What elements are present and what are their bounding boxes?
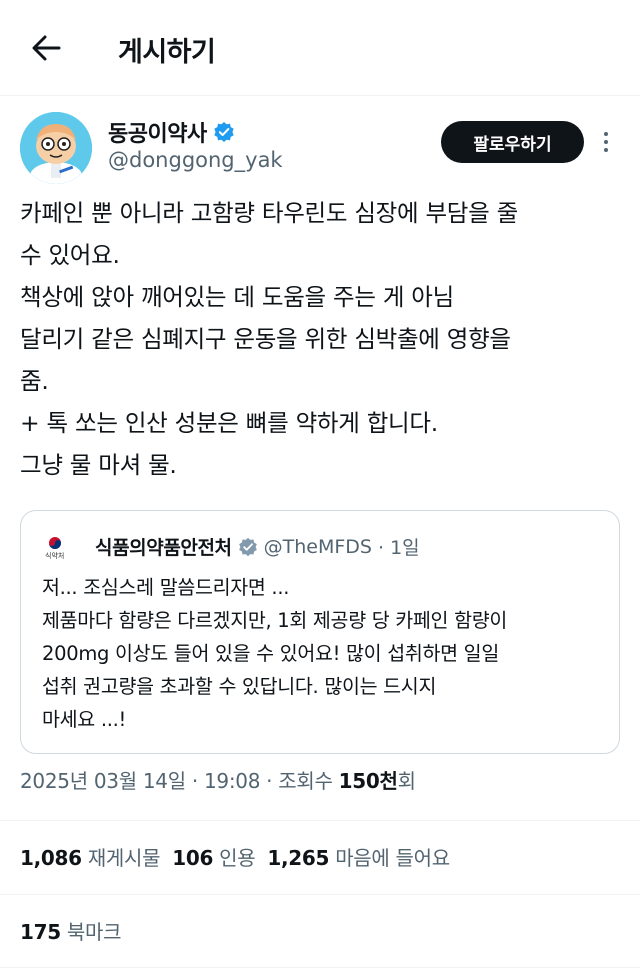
- meta-divider: [0, 820, 640, 821]
- tweet-line: 카페인 뿐 아니라 고함량 타우린도 심장에 부담을 줄: [20, 199, 518, 227]
- avatar-illustration-icon: [20, 112, 92, 184]
- mfds-logo[interactable]: 식약처: [43, 534, 83, 560]
- quoted-line: 섭취 권고량을 초과할 수 있답니다. 많이는 드시지: [42, 675, 437, 698]
- back-button[interactable]: [22, 28, 70, 68]
- quoted-line: 제품마다 함량은 다르겠지만, 1회 제공량 당 카페인 함량이: [42, 609, 508, 632]
- bookmarks-label: 북마크: [66, 920, 122, 944]
- more-dot-icon: [604, 132, 608, 136]
- tweet-line: 그냥 물 마셔 물.: [20, 451, 177, 479]
- author-handle[interactable]: @donggong_yak: [108, 148, 283, 172]
- more-options-button[interactable]: [596, 124, 616, 160]
- retweets-count: 1,086: [20, 846, 82, 870]
- verified-badge-icon: [214, 122, 234, 142]
- quotes-count: 106: [172, 846, 214, 870]
- quotes-stat[interactable]: 106 인용: [172, 842, 255, 871]
- bookmarks-count: 175: [20, 920, 61, 944]
- quoted-line: 200mg 이상도 들어 있을 수 있어요! 많이 섭취하면 일일: [42, 642, 499, 665]
- more-dot-icon: [604, 148, 608, 152]
- quoted-post[interactable]: 식약처 식품의약품안전처 @TheMFDS · 1일 저... 조심스레 말씀드…: [20, 510, 620, 754]
- quoted-line: 저... 조심스레 말씀드리자면 ...: [42, 576, 290, 599]
- quoted-post-time: · 1일: [378, 537, 420, 559]
- more-dot-icon: [604, 140, 608, 144]
- author-name[interactable]: 동공이약사: [108, 116, 207, 148]
- likes-label: 마음에 들어요: [335, 846, 450, 870]
- author-name-row[interactable]: 동공이약사: [108, 116, 235, 148]
- quoted-line: 마세요 ...!: [42, 708, 127, 731]
- follow-button[interactable]: 팔로우하기: [441, 121, 584, 163]
- quoted-post-header: 식약처 식품의약품안전처 @TheMFDS · 1일: [43, 533, 420, 560]
- avatar[interactable]: [20, 112, 92, 184]
- tweet-line: 수 있어요.: [20, 241, 120, 269]
- bookmarks-stat[interactable]: 175 북마크: [20, 916, 122, 945]
- tweet-line: 달리기 같은 심폐지구 운동을 위한 심박출에 영향을: [20, 325, 511, 353]
- post-meta: 2025년 03월 14일 · 19:08 · 조회수 150천회: [20, 765, 416, 794]
- quoted-post-text: 저... 조심스레 말씀드리자면 ... 제품마다 함량은 다르겠지만, 1회 …: [42, 571, 602, 736]
- stats-divider: [0, 894, 640, 895]
- tweet-line: 줌.: [20, 367, 49, 395]
- post-datetime[interactable]: 2025년 03월 14일 · 19:08 · 조회수: [20, 769, 339, 793]
- header-divider: [0, 95, 640, 96]
- page-title: 게시하기: [118, 37, 216, 68]
- engagement-stats: 1,086 재게시물 106 인용 1,265 마음에 들어요: [20, 842, 450, 871]
- retweets-stat[interactable]: 1,086 재게시물: [20, 842, 161, 871]
- quotes-label: 인용: [219, 846, 256, 870]
- tweet-line: + 톡 쏘는 인산 성분은 뼈를 약하게 합니다.: [20, 409, 438, 437]
- view-count-suffix: 회: [397, 769, 416, 793]
- retweets-label: 재게시물: [87, 846, 161, 870]
- bookmarks-divider: [0, 967, 640, 968]
- view-count: 150천: [338, 769, 398, 793]
- tweet-line: 책상에 앉아 깨어있는 데 도움을 주는 게 아님: [20, 283, 454, 311]
- mfds-logo-text: 식약처: [45, 551, 65, 560]
- likes-count: 1,265: [267, 846, 330, 870]
- tweet-text: 카페인 뿐 아니라 고함량 타우린도 심장에 부담을 줄 수 있어요. 책상에 …: [20, 192, 625, 486]
- top-bar: 게시하기: [0, 0, 640, 96]
- quoted-author-name[interactable]: 식품의약품안전처: [95, 533, 232, 560]
- likes-stat[interactable]: 1,265 마음에 들어요: [267, 842, 450, 871]
- arrow-left-icon: [32, 35, 61, 61]
- gray-verified-badge-icon: [238, 537, 257, 556]
- quoted-author-handle[interactable]: @TheMFDS: [264, 536, 372, 558]
